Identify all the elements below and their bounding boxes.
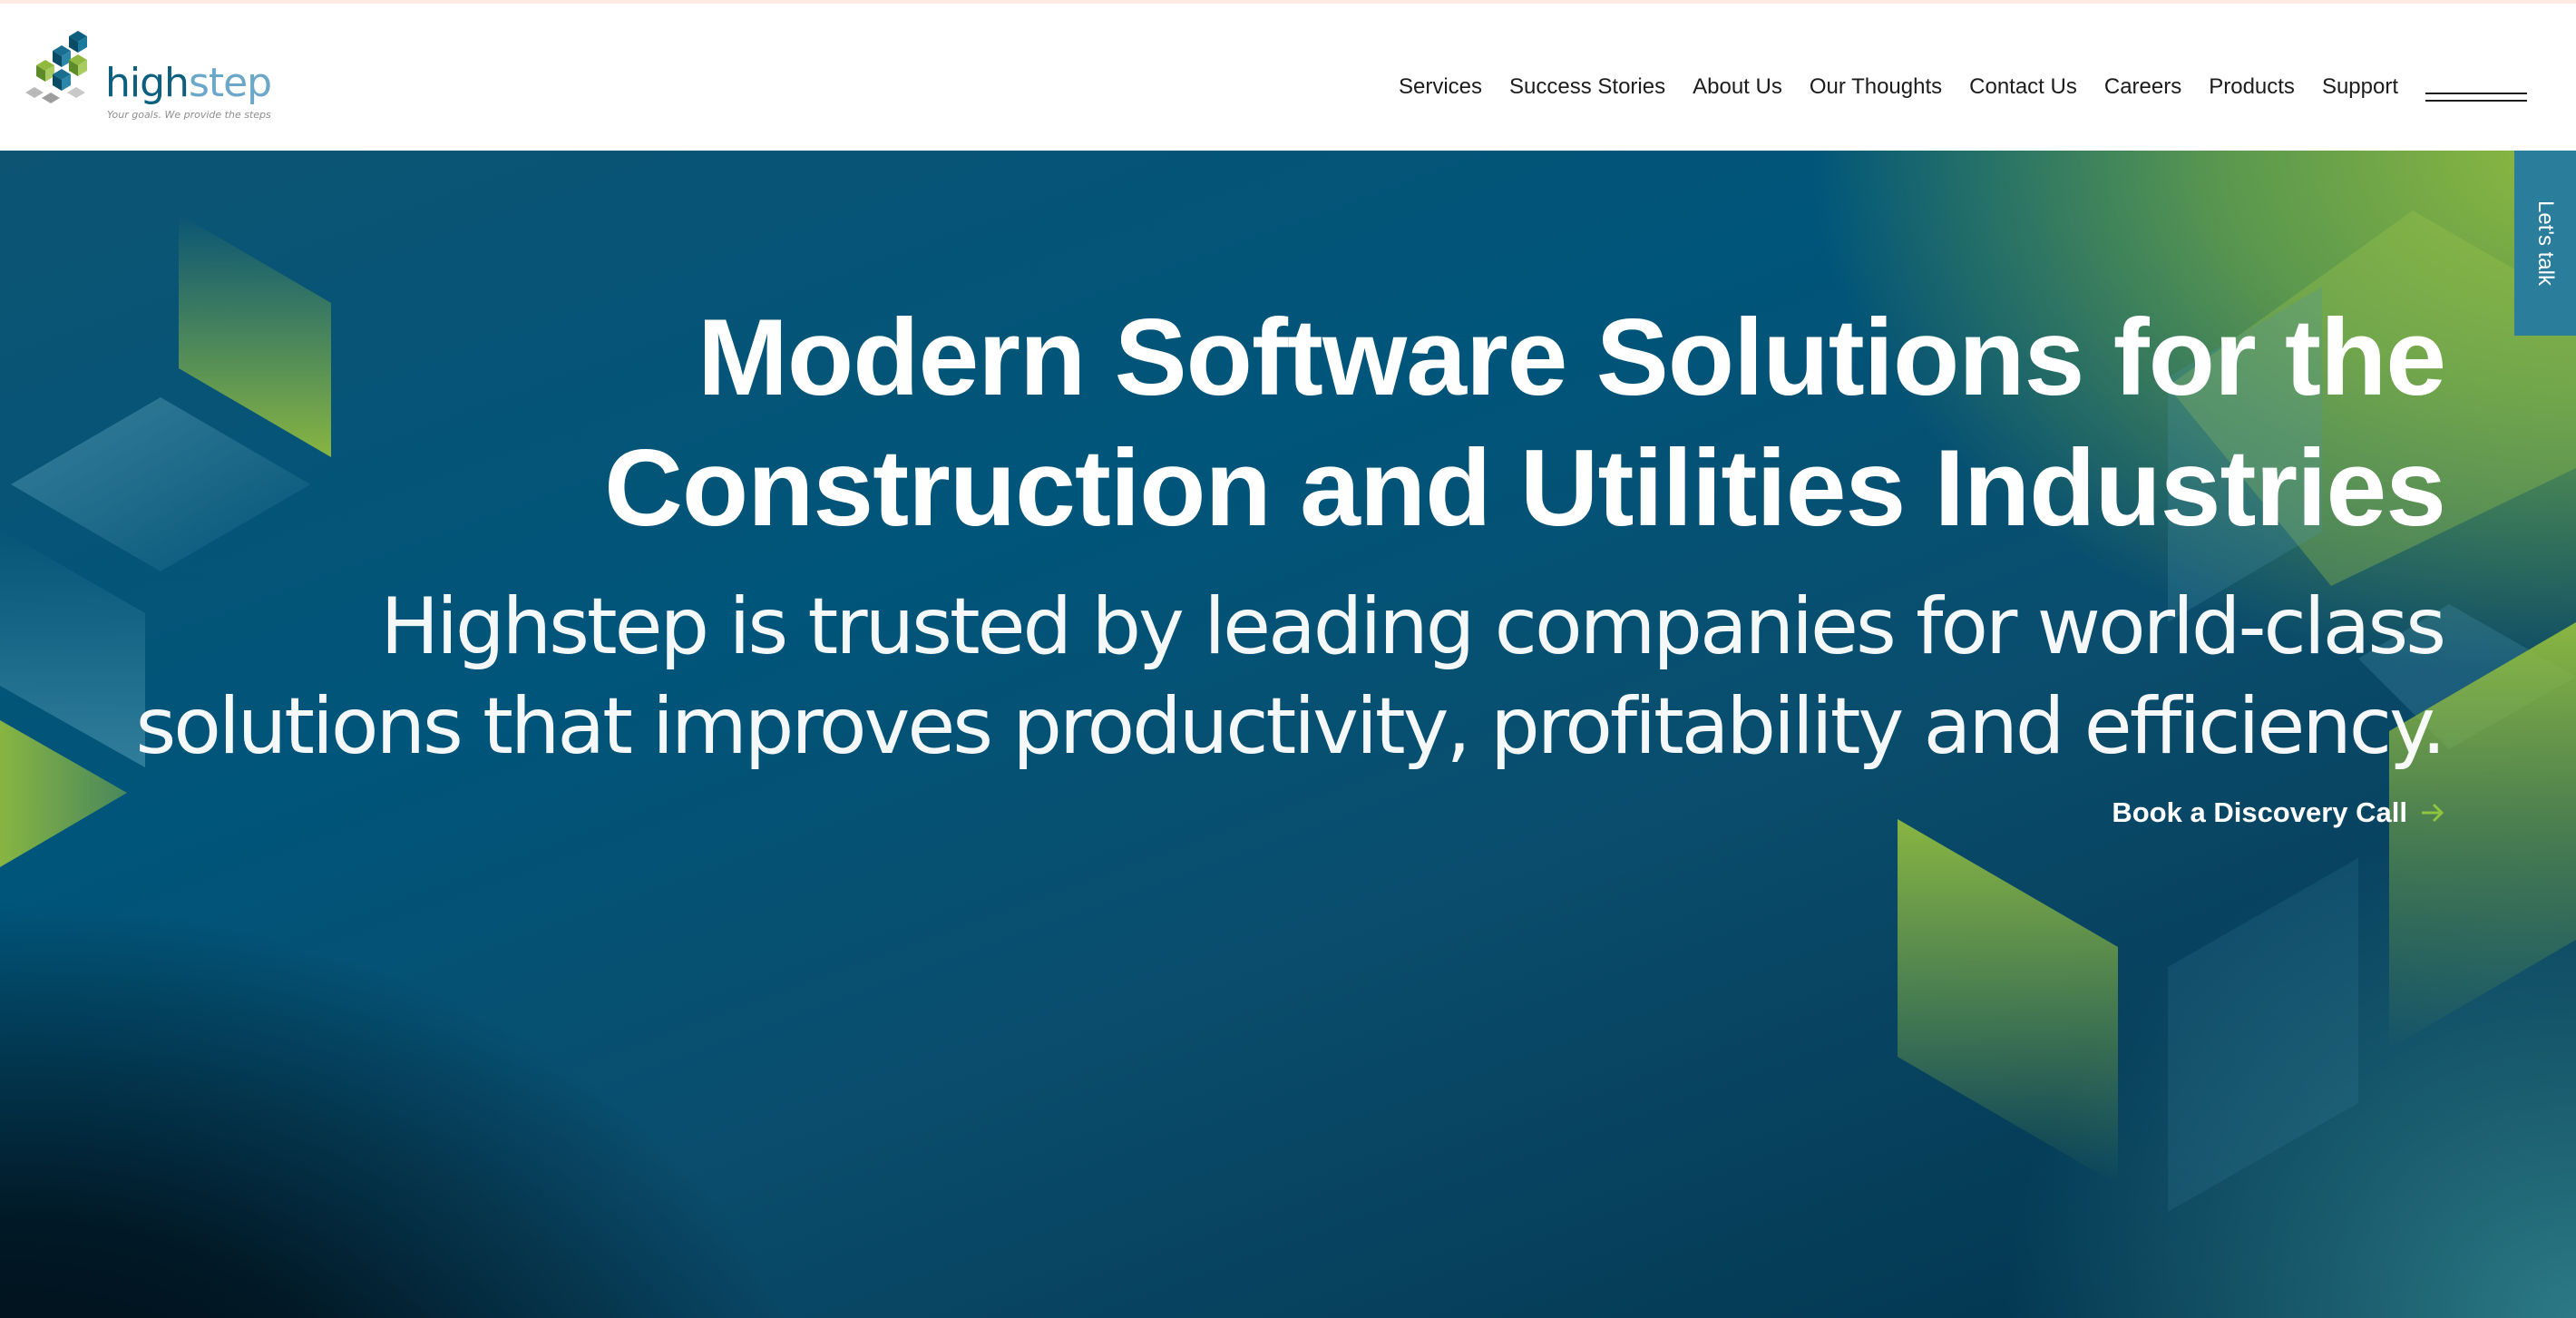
cta-label: Book a Discovery Call xyxy=(2112,796,2407,828)
hero-subtitle-line2: solutions that improves productivity, pr… xyxy=(135,681,2446,772)
lets-talk-label: Let's talk xyxy=(2533,200,2558,286)
nav-success-stories[interactable]: Success Stories xyxy=(1509,74,1665,100)
logo-wordmark: highstep xyxy=(105,60,272,106)
hero-title-line2: Construction and Utilities Industries xyxy=(604,427,2446,549)
logo-tagline: Your goals. We provide the steps xyxy=(107,109,271,121)
page: highstep Your goals. We provide the step… xyxy=(0,0,2576,1318)
site-header: highstep Your goals. We provide the step… xyxy=(0,4,2576,151)
logo-cubes-icon xyxy=(25,31,87,103)
book-discovery-call-link[interactable]: Book a Discovery Call xyxy=(2112,796,2445,829)
nav-careers[interactable]: Careers xyxy=(2104,74,2181,100)
lets-talk-tab[interactable]: Let's talk xyxy=(2514,151,2576,336)
arrow-right-icon xyxy=(2422,803,2444,823)
main-navigation: Services Success Stories About Us Our Th… xyxy=(1371,74,2398,100)
nav-about-us[interactable]: About Us xyxy=(1693,74,1782,100)
hero-subtitle-line1: Highstep is trusted by leading companies… xyxy=(380,581,2446,672)
highstep-logo[interactable]: highstep Your goals. We provide the step… xyxy=(25,27,272,127)
logo-word-step: step xyxy=(188,60,272,106)
nav-support[interactable]: Support xyxy=(2322,74,2398,100)
nav-our-thoughts[interactable]: Our Thoughts xyxy=(1810,74,1942,100)
nav-products[interactable]: Products xyxy=(2209,74,2295,100)
hero-subtitle: Highstep is trusted by leading companies… xyxy=(85,577,2446,776)
hamburger-menu-icon[interactable] xyxy=(2425,93,2527,103)
hero-title-line1: Modern Software Solutions for the xyxy=(697,297,2446,418)
hero-section: Modern Software Solutions for the Constr… xyxy=(0,151,2576,1318)
nav-contact-us[interactable]: Contact Us xyxy=(1969,74,2077,100)
nav-services[interactable]: Services xyxy=(1399,74,1482,100)
hero-title: Modern Software Solutions for the Constr… xyxy=(359,292,2446,553)
logo-word-high: high xyxy=(105,60,190,106)
